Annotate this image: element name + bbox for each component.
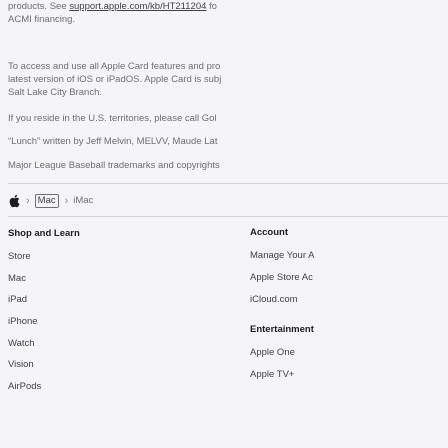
- footer-link-iphone[interactable]: iPhone: [8, 311, 208, 333]
- footer-link-apple-one[interactable]: Apple One: [250, 346, 295, 359]
- chevron-right-icon: ›: [64, 194, 69, 207]
- footer-link-icloud[interactable]: iCloud.com: [250, 293, 298, 306]
- breadcrumb-divider: [8, 216, 448, 217]
- footnote-text: latest version of iOS or iPadOS. Apple C…: [8, 74, 222, 86]
- footer-link-apple-tv-plus[interactable]: Apple TV+: [250, 368, 294, 381]
- breadcrumb: › Mac › iMac: [8, 192, 93, 210]
- chevron-right-icon: ›: [26, 194, 30, 207]
- footer-link-vision[interactable]: Vision: [8, 354, 208, 376]
- breadcrumb-current: iMac: [73, 195, 94, 207]
- footnote-lunch: “Lunch” written by Jeff Melvin, MELVV, M…: [8, 136, 218, 147]
- footnote-territories: If you reside in the U.S. territories, p…: [8, 113, 217, 124]
- column-heading: Shop and Learn: [8, 228, 80, 239]
- footnote-mlb: Major League Baseball trademarks and cop…: [8, 160, 220, 171]
- footer-link-manage-account[interactable]: Manage Your A: [250, 249, 314, 262]
- shop-links: Store Mac iPad iPhone Watch Vision AirPo…: [8, 246, 208, 398]
- footer-divider: [8, 183, 448, 184]
- footer-link-watch[interactable]: Watch: [8, 333, 208, 355]
- breadcrumb-mac-link[interactable]: Mac: [34, 194, 59, 208]
- footer-link-mac[interactable]: Mac: [8, 268, 208, 290]
- footnote-text: Salt Lake City Branch.: [8, 87, 102, 99]
- footer-link-apple-store-account[interactable]: Apple Store Ac: [250, 271, 313, 284]
- footer-link-ipad[interactable]: iPad: [8, 289, 208, 311]
- footnote-text: products. See: [8, 1, 70, 12]
- footnote-text: ACMI financing.: [8, 14, 76, 26]
- footer-link-store[interactable]: Store: [8, 246, 208, 268]
- footer-link-airpods[interactable]: AirPods: [8, 376, 208, 398]
- footer-column-account: Account Manage Your A Apple Store Ac iCl…: [250, 226, 448, 448]
- support-link[interactable]: support.apple.com/kb/HT211204: [69, 1, 206, 12]
- apple-logo-icon[interactable]: [8, 194, 20, 208]
- column-heading: Account: [250, 227, 288, 238]
- footnote-financing: products. See support.apple.com/kb/HT211…: [8, 0, 217, 26]
- footnote-apple-card: To access and use all Apple Card feature…: [8, 60, 221, 99]
- footer-column-shop: Shop and Learn Store Mac iPad iPhone Wat…: [8, 226, 208, 398]
- footnote-text: fo: [206, 1, 217, 12]
- column-heading: Entertainment: [250, 324, 314, 335]
- footnote-text: To access and use all Apple Card feature…: [8, 61, 221, 72]
